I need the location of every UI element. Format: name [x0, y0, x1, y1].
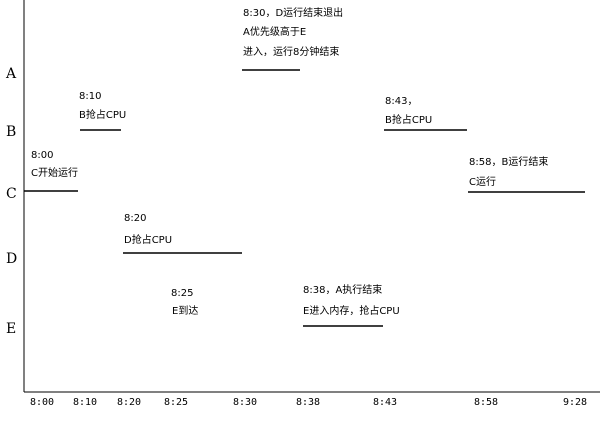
event-8-00-desc: C开始运行	[31, 168, 78, 179]
process-label-c: C	[6, 186, 17, 202]
x-tick-8-43: 8:43	[373, 397, 398, 408]
x-tick-8-20: 8:20	[117, 397, 142, 408]
scheduling-timeline-diagram: A B C D E 8:00 C开始运行 8:10 B抢占CPU 8:20 D抢…	[0, 0, 600, 422]
process-label-b: B	[6, 124, 17, 140]
event-8-30-desc-line1: A优先级高于E	[243, 27, 307, 38]
x-tick-8-10: 8:10	[73, 397, 98, 408]
process-label-e: E	[6, 321, 17, 337]
process-label-a: A	[6, 66, 17, 82]
event-8-20-time: 8:20	[124, 213, 147, 224]
event-8-43-desc: B抢占CPU	[385, 115, 433, 126]
event-8-38-time: 8:38，A执行结束	[303, 285, 383, 296]
event-8-38-desc: E进入内存，抢占CPU	[303, 306, 400, 317]
event-8-43-time: 8:43，	[385, 96, 418, 107]
x-tick-9-28: 9:28	[563, 397, 588, 408]
x-tick-8-00: 8:00	[30, 397, 55, 408]
event-8-58-time: 8:58，B运行结束	[469, 157, 549, 168]
event-8-20-desc: D抢占CPU	[124, 235, 173, 246]
event-8-30-time: 8:30，D运行结束退出	[243, 8, 344, 19]
timeline-lines	[23, 0, 600, 393]
event-8-25-time: 8:25	[171, 288, 194, 299]
event-8-30-desc-line2: 进入，运行8分钟结束	[243, 47, 340, 58]
event-8-10-desc: B抢占CPU	[79, 110, 127, 121]
event-8-00-time: 8:00	[31, 150, 54, 161]
event-8-25-desc: E到达	[172, 306, 199, 317]
x-tick-8-30: 8:30	[233, 397, 258, 408]
x-tick-8-25: 8:25	[164, 397, 189, 408]
event-8-10-time: 8:10	[79, 91, 102, 102]
event-8-58-desc: C运行	[469, 177, 496, 188]
x-tick-8-58: 8:58	[474, 397, 499, 408]
x-tick-8-38: 8:38	[296, 397, 321, 408]
process-label-d: D	[6, 251, 18, 267]
